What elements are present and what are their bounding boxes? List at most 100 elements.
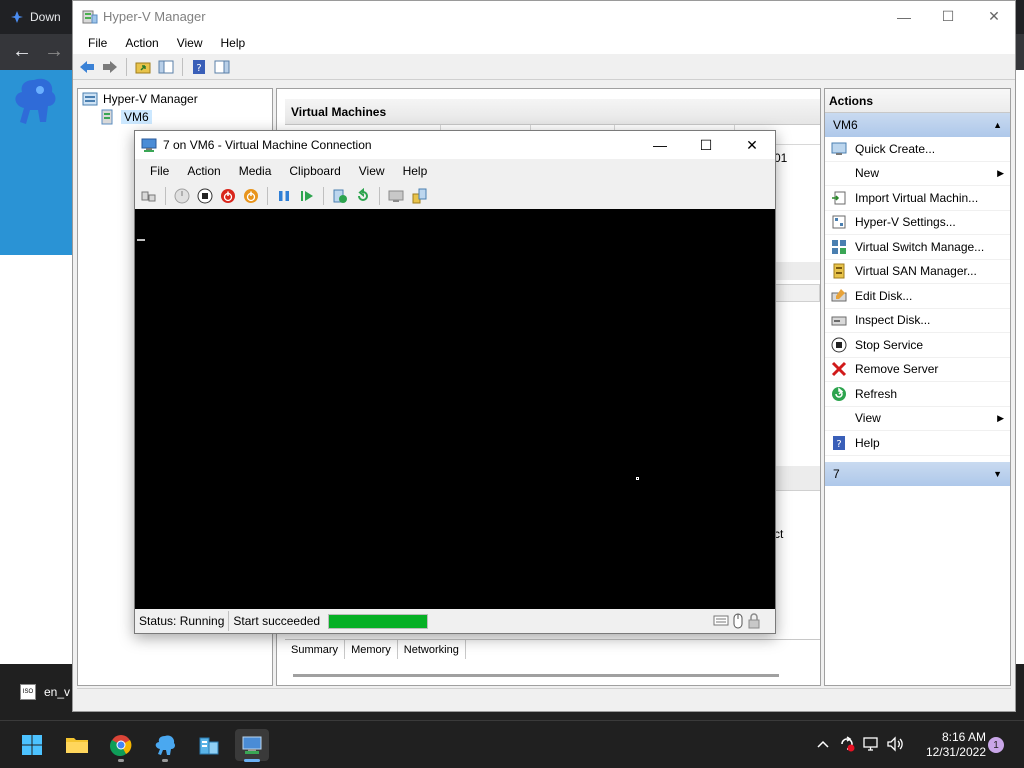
hyperv-title-bar[interactable]: Hyper-V Manager — ☐ ✕ (73, 1, 1015, 32)
action-label: Import Virtual Machin... (855, 190, 979, 205)
taskbar-file-explorer[interactable] (60, 729, 94, 761)
vmc-menu-help[interactable]: Help (394, 160, 437, 182)
help-toolbar-button[interactable]: ? (189, 57, 209, 77)
vm-connection-status-bar: Status: Running Start succeeded (135, 609, 775, 633)
tree-item-hyperv-manager[interactable]: Hyper-V Manager (82, 90, 198, 108)
taskbar-app-mascot[interactable] (148, 729, 182, 762)
hyperv-maximize-button[interactable]: ☐ (925, 1, 971, 32)
action-virtual-san-manager[interactable]: Virtual SAN Manager... (825, 260, 1010, 284)
taskbar-chrome[interactable] (104, 729, 138, 762)
action-hyperv-settings[interactable]: Hyper-V Settings... (825, 211, 1010, 235)
revert-button[interactable] (353, 186, 373, 206)
action-quick-create[interactable]: Quick Create... (825, 137, 1010, 162)
vmc-minimize-button[interactable]: — (637, 131, 683, 159)
vm-details-tabs: Summary Memory Networking (285, 639, 820, 659)
vmc-close-button[interactable]: ✕ (729, 131, 775, 159)
vm-connection-title-bar[interactable]: 7 on VM6 - Virtual Machine Connection — … (135, 131, 775, 159)
play-icon (301, 191, 313, 201)
download-file-item[interactable]: ISO en_v (20, 684, 70, 700)
notification-badge[interactable]: 1 (988, 737, 1004, 753)
chevron-up-icon[interactable] (814, 738, 832, 752)
action-virtual-switch-manager[interactable]: Virtual Switch Manage... (825, 235, 1010, 260)
mouse-pointer (636, 477, 639, 480)
console-tree-icon (158, 60, 174, 73)
taskbar-clock[interactable]: 8:16 AM 12/31/2022 (914, 730, 986, 760)
pause-button[interactable] (274, 186, 294, 206)
action-view[interactable]: View ▶ (825, 407, 1010, 431)
vmc-maximize-button[interactable]: ☐ (683, 131, 729, 159)
action-label: Stop Service (855, 337, 924, 352)
vm-status-icons (713, 613, 761, 629)
menu-help[interactable]: Help (212, 32, 255, 54)
browser-back-icon[interactable]: ← (12, 41, 32, 61)
vmc-menu-clipboard[interactable]: Clipboard (280, 160, 349, 182)
lock-icon (748, 613, 760, 629)
hyperv-taskbar-icon (242, 736, 262, 754)
tree-item-vm6[interactable]: VM6 (100, 108, 152, 126)
ctrl-alt-del-button[interactable] (139, 186, 159, 206)
up-folder-button[interactable] (133, 57, 153, 77)
resume-button[interactable] (297, 186, 317, 206)
network-icon[interactable] (862, 735, 880, 756)
tab-summary[interactable]: Summary (285, 640, 346, 659)
action-remove-server[interactable]: Remove Server (825, 358, 1010, 382)
mouse-icon (733, 613, 743, 629)
save-state-button[interactable] (241, 186, 261, 206)
vm-display-screen[interactable] (135, 209, 775, 609)
forward-button[interactable] (100, 57, 120, 77)
menu-view[interactable]: View (168, 32, 212, 54)
action-label: Remove Server (855, 362, 939, 377)
action-edit-disk[interactable]: Edit Disk... (825, 284, 1010, 309)
pause-icon (279, 191, 289, 201)
start-vm-button[interactable] (172, 186, 192, 206)
toolbar-separator (267, 187, 268, 205)
browser-forward-icon[interactable]: → (44, 41, 64, 61)
action-inspect-disk[interactable]: Inspect Disk... (825, 309, 1010, 333)
menu-action[interactable]: Action (116, 32, 167, 54)
vm-connection-app-icon (141, 138, 157, 152)
action-stop-service[interactable]: Stop Service (825, 333, 1010, 358)
tab-memory[interactable]: Memory (345, 640, 398, 659)
taskbar-hyperv-manager[interactable] (235, 729, 269, 762)
vmc-menu-action[interactable]: Action (178, 160, 229, 182)
action-new[interactable]: New ▶ (825, 162, 1010, 186)
volume-icon[interactable] (886, 735, 904, 756)
hyperv-close-button[interactable]: ✕ (971, 1, 1017, 32)
tab-networking[interactable]: Networking (398, 640, 466, 659)
turn-off-button[interactable] (195, 186, 215, 206)
switch-icon (831, 239, 847, 255)
running-indicator (162, 759, 168, 762)
ctrl-alt-del-icon (141, 191, 156, 202)
update-icon[interactable] (838, 735, 856, 756)
action-group-vm6[interactable]: VM6 ▲ (825, 113, 1010, 137)
details-horizontal-scrollbar[interactable] (293, 674, 779, 677)
action-label: Inspect Disk... (855, 313, 931, 328)
show-hide-tree-button[interactable] (156, 57, 176, 77)
enhanced-session-button[interactable] (386, 186, 406, 206)
checkpoint-icon (333, 189, 347, 203)
start-button[interactable] (15, 729, 49, 761)
virtual-machines-header: Virtual Machines (285, 99, 820, 125)
share-button[interactable] (409, 186, 429, 206)
menu-file[interactable]: File (79, 32, 116, 54)
tree-label: VM6 (121, 110, 152, 124)
hyperv-minimize-button[interactable]: — (881, 1, 927, 32)
back-button[interactable] (77, 57, 97, 77)
browser-tab[interactable]: Down (10, 4, 80, 30)
action-import-vm[interactable]: Import Virtual Machin... (825, 186, 1010, 211)
taskbar-server-manager[interactable] (192, 729, 226, 761)
action-label: Virtual Switch Manage... (855, 239, 985, 254)
import-icon (831, 190, 847, 206)
checkpoint-button[interactable] (330, 186, 350, 206)
action-group-vm-7[interactable]: 7 ▼ (825, 461, 1010, 486)
vmc-menu-view[interactable]: View (350, 160, 394, 182)
vmc-menu-file[interactable]: File (141, 160, 178, 182)
hyperv-window-title: Hyper-V Manager (103, 9, 206, 24)
tree-label: Hyper-V Manager (103, 92, 198, 106)
show-hide-action-pane-button[interactable] (212, 57, 232, 77)
action-help[interactable]: ? Help (825, 431, 1010, 456)
vmc-menu-media[interactable]: Media (230, 160, 281, 182)
shut-down-button[interactable] (218, 186, 238, 206)
hyperv-node-icon (82, 92, 98, 106)
action-refresh[interactable]: Refresh (825, 382, 1010, 407)
